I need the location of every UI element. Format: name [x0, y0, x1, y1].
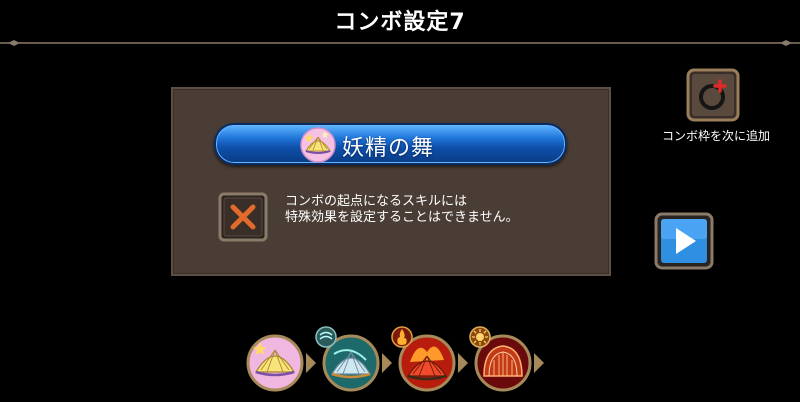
- chevron-right-icon: [458, 353, 468, 373]
- chevron-right-icon: [382, 353, 392, 373]
- warning-message: コンボの起点になるスキルには 特殊効果を設定することはできません。: [285, 194, 519, 226]
- cross-icon: [218, 192, 268, 242]
- page-title: コンボ設定7: [334, 10, 466, 35]
- header-divider: [0, 40, 800, 46]
- header: コンボ設定7: [0, 0, 800, 46]
- play-icon[interactable]: [654, 212, 714, 270]
- warning-line-1: コンボの起点になるスキルには: [285, 194, 468, 209]
- combo-slot-1[interactable]: [246, 334, 304, 392]
- fan-fairy-icon: [300, 127, 336, 163]
- chevron-right-icon: [306, 353, 316, 373]
- combo-panel: [171, 87, 611, 276]
- sun-badge-icon: [469, 326, 491, 348]
- warning-line-2: 特殊効果を設定することはできません。: [285, 210, 519, 225]
- chevron-right-icon: [534, 353, 544, 373]
- skill-name-label: 妖精の舞: [342, 136, 435, 161]
- skill-banner-button[interactable]: 妖精の舞: [214, 123, 567, 165]
- add-combo-slot-label: コンボ枠を次に追加: [661, 129, 770, 143]
- wind-badge-icon: [315, 326, 337, 348]
- add-combo-slot-button[interactable]: [686, 68, 740, 122]
- fire-badge-icon: [391, 326, 413, 348]
